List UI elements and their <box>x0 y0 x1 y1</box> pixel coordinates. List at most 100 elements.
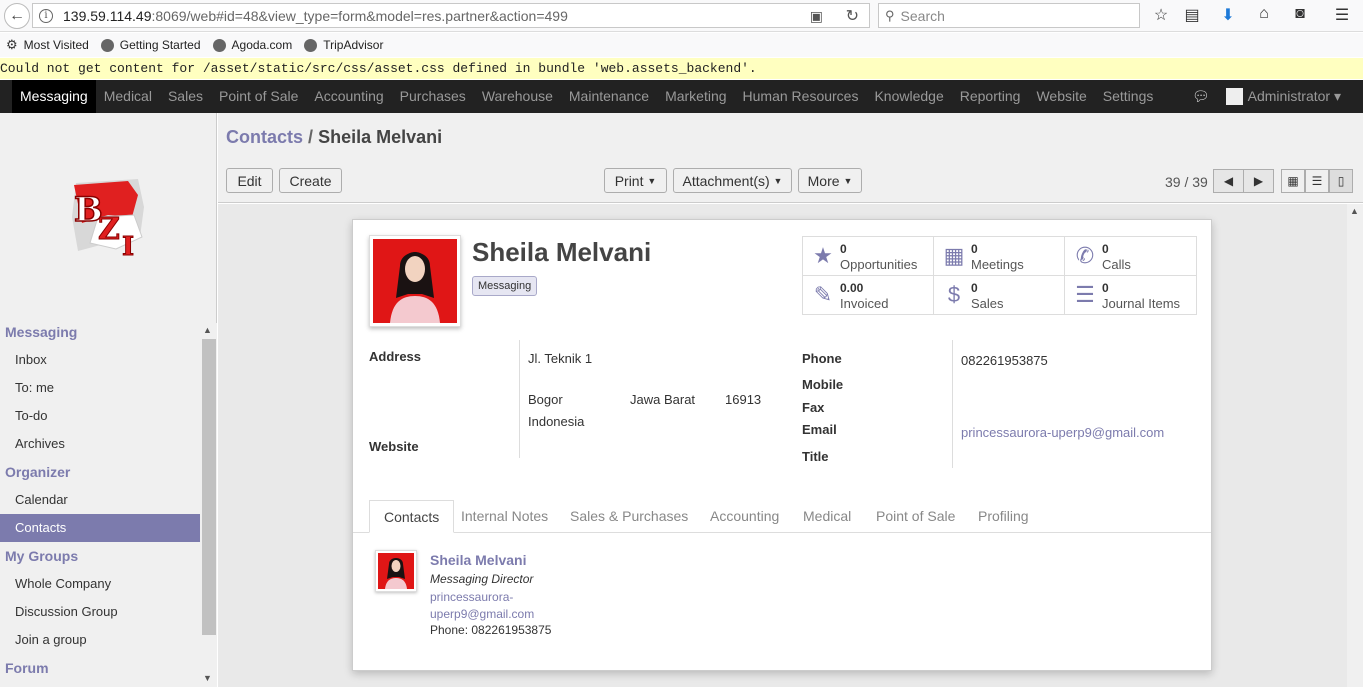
sidebar-item-join-a-group[interactable]: Join a group <box>0 626 200 654</box>
menu-marketing[interactable]: Marketing <box>657 80 734 113</box>
main-scrollbar[interactable]: ▲ <box>1347 204 1363 687</box>
hamburger-menu-icon[interactable]: ☰ <box>1331 5 1353 25</box>
category-tag[interactable]: Messaging <box>472 276 538 296</box>
meetings-button[interactable]: ▦ 0 Meetings <box>934 237 1065 276</box>
sidebar-item-to-me[interactable]: To: me <box>0 374 200 402</box>
scroll-up-icon[interactable]: ▲ <box>203 325 212 335</box>
country-field[interactable]: Indonesia <box>528 414 584 429</box>
sidebar-item-whole-company[interactable]: Whole Company <box>0 570 200 598</box>
app-menu: Messaging Medical Sales Point of Sale Ac… <box>0 80 1161 113</box>
more-dropdown-button[interactable]: More ▼ <box>798 168 862 193</box>
sidebar-section-forum[interactable]: Forum <box>0 654 200 682</box>
reading-list-icon[interactable]: ▤ <box>1181 5 1203 25</box>
opportunities-button[interactable]: ★ 0 Opportunities <box>803 237 934 276</box>
menu-sales[interactable]: Sales <box>160 80 211 113</box>
tab-sales-purchases[interactable]: Sales & Purchases <box>556 500 702 533</box>
download-icon[interactable]: ⬇ <box>1217 5 1239 25</box>
calls-button[interactable]: ✆ 0 Calls <box>1065 237 1196 276</box>
create-button[interactable]: Create <box>279 168 342 193</box>
menu-knowledge[interactable]: Knowledge <box>866 80 951 113</box>
edit-icon: ✎ <box>813 282 833 307</box>
menu-website[interactable]: Website <box>1028 80 1094 113</box>
scroll-up-icon[interactable]: ▲ <box>1350 206 1359 216</box>
next-record-button[interactable]: ▶ <box>1243 169 1274 193</box>
sidebar-item-contacts[interactable]: Contacts <box>0 514 200 542</box>
menu-messaging[interactable]: Messaging <box>12 80 96 113</box>
menu-warehouse[interactable]: Warehouse <box>474 80 561 113</box>
city-field[interactable]: Bogor <box>528 392 563 407</box>
kanban-view-button[interactable]: ▦ <box>1281 169 1305 193</box>
partner-photo[interactable] <box>369 235 461 327</box>
tab-accounting[interactable]: Accounting <box>696 500 793 533</box>
asset-error-message: Could not get content for /asset/static/… <box>0 58 1363 79</box>
breadcrumb-current: Sheila Melvani <box>318 127 443 147</box>
sidebar-item-inbox[interactable]: Inbox <box>0 346 200 374</box>
menu-purchases[interactable]: Purchases <box>392 80 474 113</box>
tab-medical[interactable]: Medical <box>789 500 865 533</box>
chat-icon[interactable]: 💬︎ <box>1192 88 1210 105</box>
tab-point-of-sale[interactable]: Point of Sale <box>862 500 969 533</box>
arrow-right-icon: ▶ <box>1253 174 1264 188</box>
tab-internal-notes[interactable]: Internal Notes <box>447 500 562 533</box>
tab-contacts[interactable]: Contacts <box>369 500 455 533</box>
scroll-down-icon[interactable]: ▼ <box>203 673 212 683</box>
contact-name[interactable]: Sheila Melvani <box>430 552 526 568</box>
back-arrow-icon[interactable]: ← <box>4 3 30 29</box>
phone-field[interactable]: 082261953875 <box>961 353 1048 368</box>
menu-settings[interactable]: Settings <box>1095 80 1162 113</box>
sales-button[interactable]: $ 0 Sales <box>934 276 1065 315</box>
dollar-icon: $ <box>947 282 961 307</box>
zip-field[interactable]: 16913 <box>725 392 761 407</box>
email-field[interactable]: princessaurora-uperp9@gmail.com <box>961 425 1164 440</box>
breadcrumb-contacts-link[interactable]: Contacts <box>226 127 303 147</box>
phone-label: Phone <box>802 351 842 366</box>
menu-accounting[interactable]: Accounting <box>306 80 391 113</box>
company-logo[interactable]: B Z I <box>68 177 148 263</box>
bookmark-star-icon[interactable]: ☆ <box>1150 5 1172 25</box>
previous-record-button[interactable]: ◀ <box>1213 169 1244 193</box>
bookmark-tripadvisor[interactable]: TripAdvisor <box>304 38 383 52</box>
menu-medical[interactable]: Medical <box>96 80 160 113</box>
tab-profiling[interactable]: Profiling <box>964 500 1043 533</box>
scrollbar-thumb[interactable] <box>202 339 216 635</box>
menu-reporting[interactable]: Reporting <box>952 80 1029 113</box>
arrow-left-icon: ◀ <box>1223 174 1234 188</box>
menu-human-resources[interactable]: Human Resources <box>735 80 867 113</box>
reload-icon[interactable]: ↻ <box>846 6 859 26</box>
sidebar-item-calendar[interactable]: Calendar <box>0 486 200 514</box>
street-field[interactable]: Jl. Teknik 1 <box>528 351 592 366</box>
url-bar[interactable]: i 139.59.114.49:8069/web#id=48&view_type… <box>32 3 870 28</box>
bookmark-getting-started[interactable]: Getting Started <box>100 38 201 52</box>
pocket-icon[interactable]: ◙ <box>1289 5 1311 23</box>
avatar[interactable] <box>1225 88 1243 105</box>
sidebar-item-to-do[interactable]: To-do <box>0 402 200 430</box>
sidebar-section-messaging[interactable]: Messaging <box>0 318 200 346</box>
bookmark-agoda[interactable]: Agoda.com <box>212 38 292 52</box>
bookmarks-bar: ⚙ Most Visited Getting Started Agoda.com … <box>0 33 1363 57</box>
sidebar-item-archives[interactable]: Archives <box>0 430 200 458</box>
sidebar-item-discussion-group[interactable]: Discussion Group <box>0 598 200 626</box>
attachments-dropdown-button[interactable]: Attachment(s) ▼ <box>673 168 792 193</box>
info-icon[interactable]: i <box>39 8 53 23</box>
contact-photo[interactable] <box>375 550 417 592</box>
sidebar-scrollbar[interactable]: ▲ ▼ <box>201 323 217 687</box>
contact-email[interactable]: princessaurora-uperp9@gmail.com <box>430 589 560 623</box>
browser-search-input[interactable]: ⚲ Search <box>878 3 1140 28</box>
contact-card[interactable]: Sheila Melvani Messaging Director prince… <box>375 550 775 660</box>
home-icon[interactable]: ⌂ <box>1253 5 1275 23</box>
user-menu[interactable]: Administrator ▾ <box>1248 88 1341 105</box>
sidebar-section-organizer[interactable]: Organizer <box>0 458 200 486</box>
bookmark-most-visited[interactable]: ⚙ Most Visited <box>6 37 89 53</box>
state-field[interactable]: Jawa Barat <box>630 392 695 407</box>
sidebar-section-my-groups[interactable]: My Groups <box>0 542 200 570</box>
print-dropdown-button[interactable]: Print ▼ <box>604 168 667 193</box>
reader-view-icon[interactable]: ▣ <box>810 8 823 25</box>
form-view-button[interactable]: ▯ <box>1329 169 1353 193</box>
invoiced-button[interactable]: ✎ 0.00 Invoiced <box>803 276 934 315</box>
email-label: Email <box>802 422 837 437</box>
edit-button[interactable]: Edit <box>226 168 273 193</box>
list-view-button[interactable]: ☰ <box>1305 169 1329 193</box>
menu-maintenance[interactable]: Maintenance <box>561 80 657 113</box>
journal-items-button[interactable]: ☰ 0 Journal Items <box>1065 276 1196 315</box>
menu-point-of-sale[interactable]: Point of Sale <box>211 80 306 113</box>
